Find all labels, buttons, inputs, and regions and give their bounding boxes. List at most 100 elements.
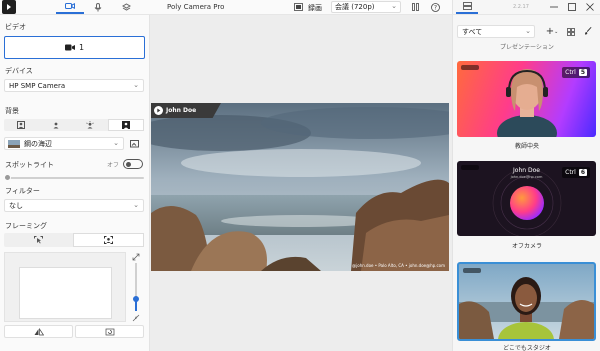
person-frame-icon — [104, 236, 113, 244]
app-title: Poly Camera Pro — [167, 3, 225, 11]
refresh-frame-icon — [105, 328, 114, 335]
camera-icon — [64, 44, 75, 51]
framing-auto-tab[interactable] — [73, 233, 144, 247]
add-scene-button[interactable]: + ⌄ — [544, 26, 560, 37]
close-button[interactable] — [585, 2, 595, 12]
scene-label-teacher: 教師中央 — [514, 143, 539, 150]
image-add-icon — [130, 140, 139, 148]
device-select-value: HP SMP Camera — [9, 81, 66, 90]
minimize-icon — [550, 6, 558, 8]
pause-button[interactable] — [410, 2, 420, 12]
framing-label: フレーミング — [5, 222, 47, 230]
framing-mode-tabs — [4, 233, 144, 247]
mirror-button[interactable] — [4, 325, 73, 338]
reset-framing-button[interactable] — [75, 325, 144, 338]
spotlight-state: オフ — [107, 162, 120, 169]
chevron-down-icon: ⌄ — [525, 27, 531, 35]
tab-video[interactable] — [56, 0, 84, 14]
framing-region[interactable] — [19, 267, 112, 319]
scenes-panel: 2.2.17 すべて ⌄ + ⌄ プレゼンテーション Ctrl 5 教師中央 C… — [452, 0, 600, 351]
background-thumbnail — [8, 139, 20, 148]
framing-preview-area — [4, 252, 126, 322]
zoom-out-icon[interactable] — [131, 313, 141, 323]
mirror-icon — [34, 327, 44, 335]
background-none-tab[interactable] — [4, 119, 39, 131]
person-name: John Doe — [166, 107, 197, 114]
filter-select[interactable]: なし ⌄ — [4, 199, 144, 212]
left-tab-bar — [0, 0, 150, 15]
off-camera-email: john.doe@hp.com — [510, 175, 543, 179]
spotlight-label: スポットライト — [5, 161, 54, 169]
background-select-value: 鋼の海辺 — [24, 139, 52, 148]
camera-icon — [65, 3, 75, 9]
scene-label-presentation: プレゼンテーション — [500, 44, 554, 51]
off-camera-name: John Doe — [513, 167, 540, 174]
top-bar: Poly Camera Pro 録画 会議 (720p) ⌄ ? — [150, 0, 452, 15]
background-mode-tabs — [4, 119, 144, 131]
grid-icon — [566, 27, 575, 36]
svg-text:?: ? — [433, 4, 436, 11]
filter-label: フィルター — [5, 187, 40, 195]
scene-filter-value: すべて — [462, 27, 483, 36]
person-icon — [17, 121, 26, 129]
scenes-icon — [462, 2, 472, 10]
chevron-down-icon: ⌄ — [391, 2, 397, 10]
record-label[interactable]: 録画 — [308, 3, 322, 13]
spotlight-slider-thumb[interactable] — [4, 174, 11, 181]
scenes-tab-bar: 2.2.17 — [453, 0, 600, 15]
scene-label-off-camera: オフカメラ — [511, 243, 542, 250]
grid-view-button[interactable] — [565, 26, 576, 37]
help-button[interactable]: ? — [430, 2, 440, 12]
zoom-in-icon[interactable] — [131, 252, 141, 262]
background-upload-button[interactable] — [128, 138, 142, 149]
image-person-icon — [121, 121, 130, 129]
sparkle-person-icon — [86, 121, 94, 129]
scene-card-studio[interactable] — [457, 262, 596, 341]
tab-layers[interactable] — [112, 0, 140, 14]
chevron-down-icon: ⌄ — [554, 28, 559, 35]
video-heading: ビデオ — [5, 23, 26, 31]
coastal-scene-image — [151, 103, 449, 271]
name-banner: John Doe — [151, 103, 221, 118]
video-camera-button[interactable]: 1 — [4, 36, 145, 59]
filter-select-value: なし — [9, 201, 23, 210]
maximize-icon — [568, 3, 576, 11]
record-icon[interactable] — [293, 2, 303, 12]
toggle-knob — [126, 162, 131, 167]
chevron-down-icon: ⌄ — [133, 201, 139, 209]
scene-card-off-camera[interactable]: Ctrl 6 John Doe john.doe@hp.com — [457, 161, 596, 236]
scene-label-studio: どこでもスタジオ — [503, 345, 551, 351]
presenter-photo — [497, 69, 557, 137]
scene-filter-select[interactable]: すべて ⌄ — [457, 25, 535, 38]
blur-person-icon — [53, 122, 59, 129]
camera-preview[interactable]: John Doe @john.doe • Palo Alto, CA • joh… — [151, 103, 449, 271]
edit-scene-button[interactable] — [583, 26, 594, 37]
device-label: デバイス — [5, 67, 33, 75]
video-camera-number: 1 — [78, 43, 85, 52]
framing-manual-tab[interactable] — [4, 233, 73, 247]
background-blur-tab[interactable] — [39, 119, 74, 131]
close-icon — [586, 3, 594, 11]
spotlight-toggle[interactable] — [123, 159, 143, 169]
chevron-down-icon: ⌄ — [113, 139, 119, 147]
background-label: 背景 — [5, 107, 19, 115]
zoom-slider-thumb[interactable] — [133, 296, 139, 302]
version-label: 2.2.17 — [513, 4, 529, 10]
tab-scenes[interactable] — [456, 0, 478, 14]
maximize-button[interactable] — [567, 2, 577, 12]
microphone-icon — [94, 2, 102, 11]
background-image-tab[interactable] — [107, 119, 144, 131]
plus-icon: + — [545, 26, 555, 37]
resolution-select-value: 会議 (720p) — [335, 3, 375, 11]
paint-brush-icon — [585, 27, 592, 35]
device-select[interactable]: HP SMP Camera ⌄ — [4, 79, 144, 92]
preview-footer: @john.doe • Palo Alto, CA • john.doe@hp.… — [352, 263, 445, 268]
spotlight-slider-track[interactable] — [5, 177, 144, 179]
resolution-select[interactable]: 会議 (720p) ⌄ — [331, 1, 401, 13]
minimize-button[interactable] — [549, 2, 559, 12]
zoom-slider-track[interactable] — [135, 263, 137, 311]
background-select[interactable]: 鋼の海辺 ⌄ — [4, 137, 124, 150]
tab-audio[interactable] — [84, 0, 112, 14]
scene-card-teacher[interactable]: Ctrl 5 — [457, 61, 596, 137]
background-effect-tab[interactable] — [73, 119, 108, 131]
